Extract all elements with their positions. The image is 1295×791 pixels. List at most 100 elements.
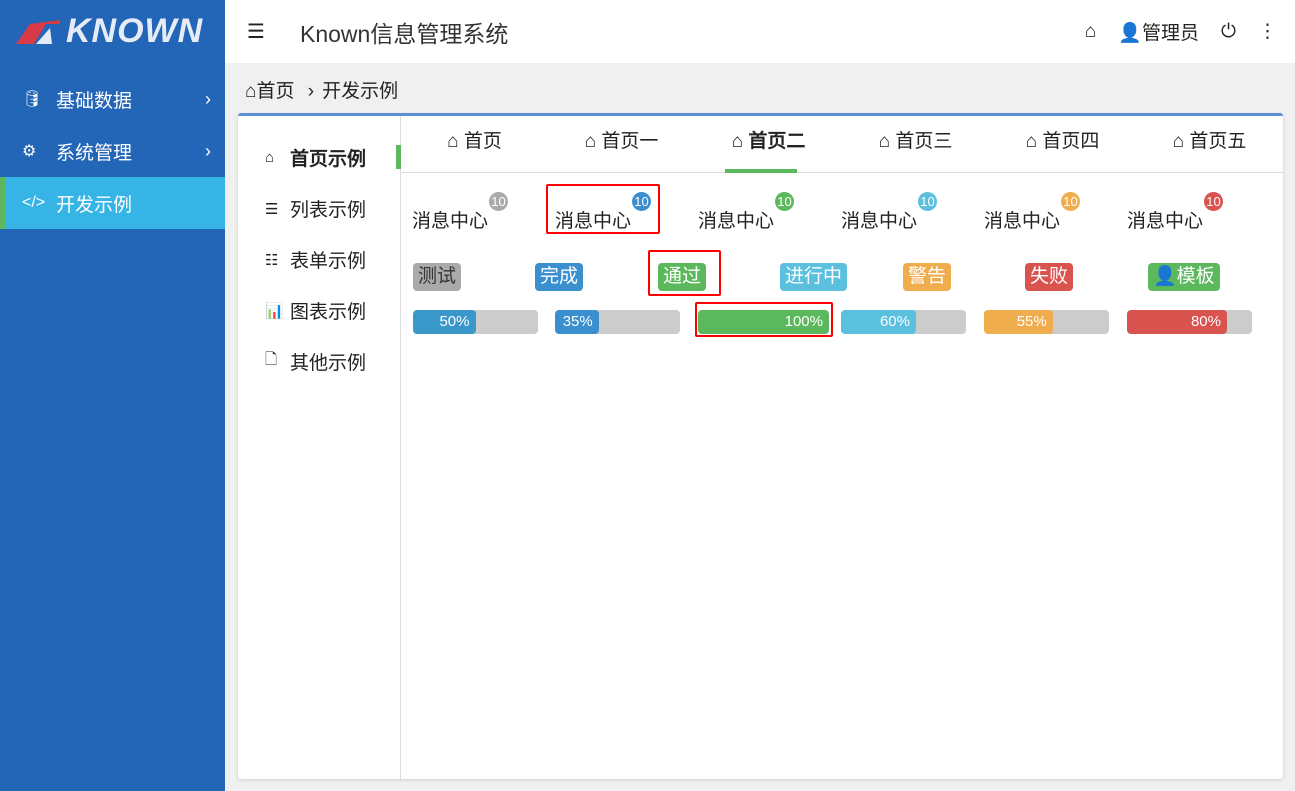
menu-other-example[interactable]: 🗋 其他示例 [238,336,400,387]
message-center[interactable]: 消息中心 10 [984,192,1081,233]
chevron-right-icon: › [205,88,211,109]
sidebar: KNOWN 🛢 基础数据 › ⚙ 系统管理 › </> 开发示例 [0,0,225,791]
tab-label: 首页五 [1189,131,1247,152]
progress-bar: 80% [1127,310,1252,334]
tab-label: 首页三 [895,131,953,152]
user-icon: 👤 [1118,23,1142,44]
highlight-box [648,250,721,296]
progress-bar: 50% [413,310,538,334]
status-label: 👤模板 [1148,263,1220,291]
progress-fill: 80% [1127,310,1227,334]
highlight-box [546,184,660,234]
home-icon[interactable]: ⌂ [1085,21,1096,43]
user-menu[interactable]: 👤管理员 [1118,18,1199,45]
home-icon: ⌂ [731,131,749,152]
left-menu: ⌂ 首页示例 ☰ 列表示例 ☷ 表单示例 📊 图表示例 🗋 其他示例 [238,116,401,779]
count-badge: 10 [1061,192,1081,211]
progress-fill: 55% [984,310,1053,334]
home-icon: ⌂ [245,81,257,102]
tab-4[interactable]: ⌂ 首页四 [989,116,1136,172]
tab-3[interactable]: ⌂ 首页三 [842,116,989,172]
list-alt-icon: ☷ [265,251,279,269]
tab-label: 首页二 [748,131,806,152]
menu-label: 其他示例 [290,353,367,374]
header: ☰ Known信息管理系统 ⌂ 👤管理员 ⏻ ⋮ [225,0,1295,63]
tab-0[interactable]: ⌂ 首页 [401,116,548,172]
status-label: 进行中 [780,263,848,291]
file-icon: 🗋 [265,351,278,368]
cogs-icon: ⚙ [22,143,37,160]
menu-label: 图表示例 [290,302,367,323]
home-icon: ⌂ [1025,131,1043,152]
list-icon: ☰ [265,200,279,218]
highlight-box [695,302,833,337]
tab-bar: ⌂ 首页 ⌂ 首页一 ⌂ 首页二 ⌂ 首页三 ⌂ 首页四 ⌂ 首页五 [401,116,1283,173]
progress-fill: 35% [555,310,599,334]
sidebar-item-dev-examples[interactable]: </> 开发示例 [0,177,225,229]
home-icon: ⌂ [584,131,602,152]
menu-label: 列表示例 [290,200,367,221]
sidebar-item-system[interactable]: ⚙ 系统管理 › [0,125,225,177]
progress-fill: 60% [841,310,916,334]
message-label: 消息中心 [412,211,489,232]
label-text: 测试 [418,266,457,287]
user-name: 管理员 [1141,23,1199,44]
tab-label: 首页四 [1042,131,1100,152]
message-label: 消息中心 [984,211,1061,232]
menu-label: 首页示例 [290,149,367,170]
menu-form-example[interactable]: ☷ 表单示例 [238,234,400,285]
message-center[interactable]: 消息中心 10 [698,192,795,233]
logo-text: KNOWN [66,12,204,50]
user-icon: 👤 [1153,266,1177,287]
message-label: 消息中心 [698,211,775,232]
message-center[interactable]: 消息中心 10 [412,192,509,233]
code-icon: </> [22,194,46,211]
tab-label: 首页 [463,131,502,152]
status-label: 测试 [413,263,462,291]
progress-bar: 60% [841,310,966,334]
tab-5[interactable]: ⌂ 首页五 [1136,116,1283,172]
home-icon: ⌂ [265,149,275,166]
breadcrumb-separator: › [307,81,315,102]
sidebar-item-basic-data[interactable]: 🛢 基础数据 › [0,73,225,125]
sidebar-item-label: 开发示例 [56,194,133,216]
tab-2[interactable]: ⌂ 首页二 [695,116,842,173]
message-label: 消息中心 [1127,211,1204,232]
breadcrumb-home[interactable]: 首页 [256,81,294,102]
message-center[interactable]: 消息中心 10 [1127,192,1224,233]
message-label: 消息中心 [841,211,918,232]
logo[interactable]: KNOWN [0,0,225,63]
app-title: Known信息管理系统 [300,20,509,47]
menu-label: 表单示例 [290,251,367,272]
menu-list-example[interactable]: ☰ 列表示例 [238,183,400,234]
status-label: 警告 [903,263,952,291]
label-text: 进行中 [785,266,843,287]
menu-toggle-icon[interactable]: ☰ [247,19,287,44]
count-badge: 10 [489,192,509,211]
progress-bar: 35% [555,310,680,334]
bar-chart-icon: 📊 [265,302,284,320]
power-icon[interactable]: ⏻ [1221,21,1236,43]
tab-1[interactable]: ⌂ 首页一 [548,116,695,172]
progress-bar: 55% [984,310,1109,334]
status-label: 完成 [535,263,584,291]
chevron-right-icon: › [205,140,211,161]
menu-chart-example[interactable]: 📊 图表示例 [238,285,400,336]
status-label: 失败 [1025,263,1074,291]
home-icon: ⌂ [447,131,464,152]
more-vertical-icon[interactable]: ⋮ [1258,20,1277,43]
label-text: 警告 [908,266,947,287]
count-badge: 10 [918,192,938,211]
message-center[interactable]: 消息中心 10 [841,192,938,233]
home-icon: ⌂ [878,131,896,152]
label-text: 完成 [540,266,579,287]
menu-home-example[interactable]: ⌂ 首页示例 [238,132,401,183]
count-badge: 10 [1204,192,1224,211]
logo-mark-icon [16,19,60,44]
breadcrumb-current: 开发示例 [322,81,399,102]
content-card: ⌂ 首页示例 ☰ 列表示例 ☷ 表单示例 📊 图表示例 🗋 其他示例 ⌂ 首页 ⌂ 首页一 ⌂… [238,113,1283,779]
label-text: 模板 [1176,266,1215,287]
progress-fill: 50% [413,310,476,334]
sidebar-item-label: 系统管理 [56,142,133,164]
label-text: 失败 [1030,266,1069,287]
